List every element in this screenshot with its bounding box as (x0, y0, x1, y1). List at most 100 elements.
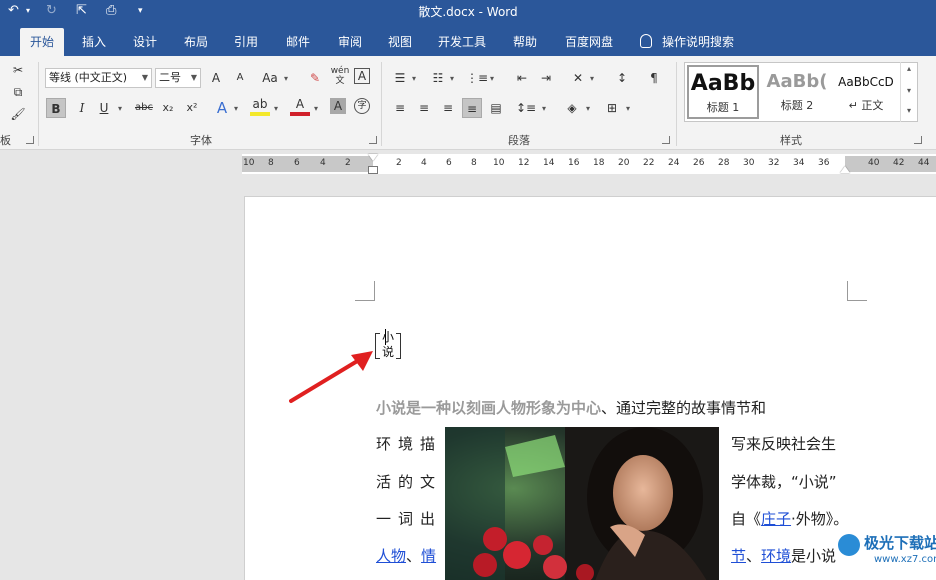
ruler-tick: 32 (768, 158, 780, 168)
link-qing[interactable]: 情 (421, 547, 436, 565)
tab-view[interactable]: 视图 (378, 28, 422, 56)
font-name-combo[interactable]: 等线 (中文正文) ▼ (45, 68, 152, 88)
paragraph-first-line: 小说是一种以刻画人物形象为中心、通过完整的故事情节和 (376, 397, 850, 418)
paragraph-launcher-icon[interactable] (662, 136, 670, 144)
italic-button[interactable]: I (72, 98, 92, 118)
ruler-tick: 44 (918, 158, 930, 168)
tab-help[interactable]: 帮助 (503, 28, 547, 56)
left-column-line: 活的文 (376, 473, 443, 491)
shading-bucket-icon[interactable]: ◈ (562, 98, 582, 118)
increase-indent-icon[interactable]: ⇥ (536, 68, 556, 88)
shrink-font-button[interactable]: A (230, 68, 250, 88)
link-huanjing[interactable]: 环境 (761, 547, 791, 565)
tab-baidu-netdisk[interactable]: 百度网盘 (555, 28, 623, 56)
ruler-tick: 42 (893, 158, 905, 168)
font-group-label: 字体 (190, 134, 212, 147)
chevron-down-icon: ▾ (542, 104, 547, 113)
ruler-tick: 24 (668, 158, 680, 168)
chevron-down-icon: ▾ (234, 104, 239, 113)
embedded-photo[interactable] (445, 427, 719, 580)
tab-developer[interactable]: 开发工具 (428, 28, 496, 56)
text-post: 是小说 (791, 547, 837, 565)
tab-references[interactable]: 引用 (224, 28, 268, 56)
style-normal[interactable]: AaBbCcD ↵ 正文 (833, 65, 899, 119)
styles-launcher-icon[interactable] (914, 136, 922, 144)
copy-icon[interactable]: ⧉ (8, 82, 28, 102)
sort-icon[interactable]: ↕ (612, 68, 632, 88)
highlight-button[interactable]: ab (250, 96, 270, 116)
grow-font-button[interactable]: A (206, 68, 226, 88)
more-styles-icon[interactable]: ▾ (907, 106, 911, 115)
link-renwu[interactable]: 人物 (376, 547, 406, 565)
styles-scroll[interactable]: ▴ ▾ ▾ (900, 62, 918, 122)
tab-insert[interactable]: 插入 (72, 28, 116, 56)
format-painter-icon[interactable]: 🖌 (8, 104, 28, 124)
text-effects-button[interactable]: A (212, 98, 232, 118)
style-heading2[interactable]: AaBb( 标题 2 (761, 65, 833, 119)
ruler-tick: 14 (543, 158, 555, 168)
tell-me-label: 操作说明搜索 (662, 35, 735, 49)
chevron-down-icon: ▼ (141, 73, 148, 82)
superscript-button[interactable]: x² (182, 98, 202, 118)
enclose-characters-button[interactable]: 字 (354, 98, 370, 114)
chevron-down-icon: ▾ (412, 74, 417, 83)
horizontal-ruler[interactable]: 10 8 6 4 2 2 4 6 8 10 12 14 16 18 20 22 … (242, 154, 936, 174)
align-left-icon[interactable]: ≡ (390, 98, 410, 118)
ruler-tick: 16 (568, 158, 580, 168)
bullets-icon[interactable]: ☰ (390, 68, 410, 88)
chinese-layout-icon[interactable]: ✕ (568, 68, 588, 88)
chevron-up-icon[interactable]: ▴ (907, 64, 911, 73)
show-marks-icon[interactable]: ¶ (644, 68, 664, 88)
right-indent-marker[interactable] (840, 166, 850, 173)
font-launcher-icon[interactable] (369, 136, 377, 144)
underline-button[interactable]: U (94, 98, 114, 118)
phonetic-guide-button[interactable]: wén 文 (330, 66, 350, 86)
style-heading1[interactable]: AaBb 标题 1 (687, 65, 759, 119)
font-size-combo[interactable]: 二号 ▼ (155, 68, 201, 88)
strikethrough-button[interactable]: abc (132, 98, 156, 118)
character-border-button[interactable]: A (354, 68, 370, 84)
ruler-tick: 20 (618, 158, 630, 168)
numbering-icon[interactable]: ☷ (428, 68, 448, 88)
font-color-button[interactable]: A (290, 96, 310, 116)
tab-mailings[interactable]: 邮件 (276, 28, 320, 56)
link-zhuangzi[interactable]: 庄子 (761, 510, 791, 528)
document-page[interactable]: 小 说 小说是一种以刻画人物形象为中心、通过完整的故事情节和 环境描 活的文 一… (244, 196, 936, 580)
ruler-tick: 34 (793, 158, 805, 168)
tell-me-search[interactable]: 操作说明搜索 (640, 28, 734, 56)
ribbon-tabs: 开始 插入 设计 布局 引用 邮件 审阅 视图 开发工具 帮助 百度网盘 操作说… (0, 24, 936, 56)
styles-group-label: 样式 (780, 134, 802, 147)
tab-review[interactable]: 审阅 (328, 28, 372, 56)
align-center-icon[interactable]: ≡ (414, 98, 434, 118)
multilevel-list-icon[interactable]: ⋮≡ (466, 68, 488, 88)
align-right-icon[interactable]: ≡ (438, 98, 458, 118)
chevron-down-icon: ▾ (118, 104, 123, 113)
borders-icon[interactable]: ⊞ (602, 98, 622, 118)
left-indent-marker[interactable] (368, 166, 378, 174)
tab-design[interactable]: 设计 (123, 28, 167, 56)
subscript-button[interactable]: x₂ (158, 98, 178, 118)
line-spacing-icon[interactable]: ↕≡ (516, 98, 536, 118)
justify-icon[interactable]: ≡ (462, 98, 482, 118)
link-jie[interactable]: 节 (731, 547, 746, 565)
ruler-left-margin (242, 156, 373, 172)
first-line-indent-marker[interactable] (368, 154, 378, 161)
left-column-line: 一词出 (376, 510, 443, 528)
cut-icon[interactable]: ✂ (8, 60, 28, 80)
character-shading-button[interactable]: A (330, 98, 346, 114)
clear-formatting-icon[interactable]: ✎ (305, 68, 325, 88)
tab-home[interactable]: 开始 (20, 28, 65, 56)
distributed-icon[interactable]: ▤ (486, 98, 506, 118)
style-heading1-name: 标题 1 (706, 101, 740, 114)
chevron-down-icon[interactable]: ▾ (907, 86, 911, 95)
styles-gallery: AaBb 标题 1 AaBb( 标题 2 AaBbCcD ↵ 正文 (684, 62, 918, 122)
ruler-tick: 12 (518, 158, 530, 168)
bold-button[interactable]: B (46, 98, 66, 118)
tab-layout[interactable]: 布局 (174, 28, 218, 56)
change-case-button[interactable]: Aa (260, 68, 280, 88)
decrease-indent-icon[interactable]: ⇤ (512, 68, 532, 88)
right-column-line: 写来反映社会生 (731, 435, 837, 453)
group-separator (381, 62, 382, 146)
clipboard-launcher-icon[interactable] (26, 136, 34, 144)
first-line-rest: 、通过完整的故事情节和 (601, 399, 767, 417)
